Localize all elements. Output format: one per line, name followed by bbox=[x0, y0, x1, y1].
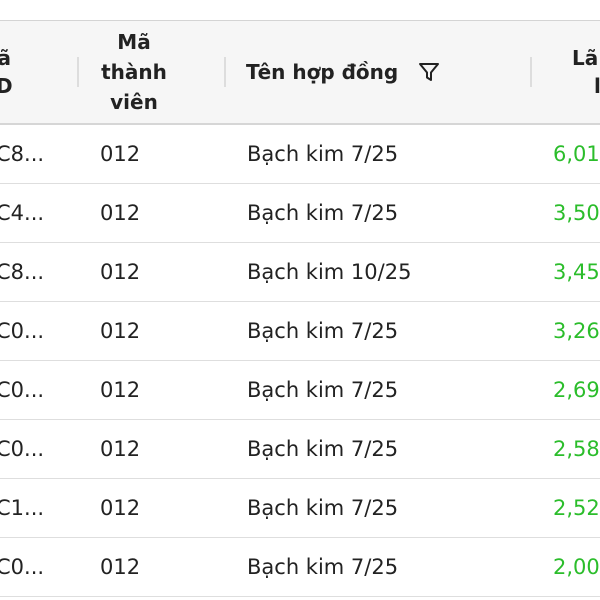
header-member-code-line2: thành bbox=[101, 60, 167, 84]
cell-member-code: 012 bbox=[100, 555, 141, 579]
cell-profit: 3,50 bbox=[553, 201, 600, 225]
cell-profit: 2,69 bbox=[553, 378, 600, 402]
header-member-code-line3: viên bbox=[110, 90, 158, 114]
cell-profit: 2,00 bbox=[553, 555, 600, 579]
cell-profit: 3,26 bbox=[553, 319, 600, 343]
table-row[interactable]: C1... 012 Bạch kim 7/25 2,52 bbox=[0, 479, 600, 538]
cell-transaction-id: C0... bbox=[0, 555, 45, 579]
table-row[interactable]: C8... 012 Bạch kim 10/25 3,45 bbox=[0, 243, 600, 302]
cell-profit: 2,52 bbox=[553, 496, 600, 520]
cell-contract-name: Bạch kim 7/25 bbox=[247, 437, 399, 461]
column-resize-handle[interactable] bbox=[77, 57, 79, 87]
cell-member-code: 012 bbox=[100, 496, 141, 520]
cell-contract-name: Bạch kim 7/25 bbox=[247, 319, 399, 343]
cell-transaction-id: C0... bbox=[0, 437, 45, 461]
cell-transaction-id: C0... bbox=[0, 378, 45, 402]
cell-transaction-id: C1... bbox=[0, 496, 45, 520]
cell-profit: 6,01 bbox=[553, 142, 600, 166]
cell-member-code: 012 bbox=[100, 142, 141, 166]
filter-icon[interactable] bbox=[418, 61, 440, 83]
header-contract-name[interactable]: Tên hợp đồng bbox=[246, 21, 440, 123]
cell-contract-name: Bạch kim 7/25 bbox=[247, 496, 399, 520]
cell-contract-name: Bạch kim 7/25 bbox=[247, 142, 399, 166]
header-contract-name-label: Tên hợp đồng bbox=[246, 60, 399, 84]
header-profit-line1: Lã bbox=[572, 46, 599, 70]
header-member-code[interactable]: Mã thành viên bbox=[100, 21, 168, 123]
header-profit[interactable]: Lã l bbox=[572, 21, 600, 123]
table-row[interactable]: C4... 012 Bạch kim 7/25 3,50 bbox=[0, 184, 600, 243]
cell-contract-name: Bạch kim 7/25 bbox=[247, 201, 399, 225]
cell-contract-name: Bạch kim 7/25 bbox=[247, 555, 399, 579]
cell-member-code: 012 bbox=[100, 319, 141, 343]
header-transaction-id[interactable]: ã D bbox=[0, 21, 13, 123]
table-header: ã D Mã thành viên Tên hợp đồng Lã l bbox=[0, 21, 600, 125]
table-row[interactable]: C8... 012 Bạch kim 7/25 6,01 bbox=[0, 125, 600, 184]
cell-member-code: 012 bbox=[100, 260, 141, 284]
table-row[interactable]: C0... 012 Bạch kim 7/25 2,58 bbox=[0, 420, 600, 479]
cell-profit: 2,58 bbox=[553, 437, 600, 461]
cell-member-code: 012 bbox=[100, 378, 141, 402]
header-transaction-id-line2: D bbox=[0, 74, 13, 98]
table-row[interactable]: C0... 012 Bạch kim 7/25 2,00 bbox=[0, 538, 600, 597]
table-row[interactable]: C0... 012 Bạch kim 7/25 2,69 bbox=[0, 361, 600, 420]
cell-transaction-id: C4... bbox=[0, 201, 45, 225]
cell-transaction-id: C0... bbox=[0, 319, 45, 343]
cell-contract-name: Bạch kim 7/25 bbox=[247, 378, 399, 402]
cell-contract-name: Bạch kim 10/25 bbox=[247, 260, 412, 284]
cell-profit: 3,45 bbox=[553, 260, 600, 284]
cell-transaction-id: C8... bbox=[0, 142, 45, 166]
table-row[interactable]: C0... 012 Bạch kim 7/25 3,26 bbox=[0, 302, 600, 361]
cell-member-code: 012 bbox=[100, 201, 141, 225]
header-transaction-id-line1: ã bbox=[0, 46, 12, 70]
header-profit-line2: l bbox=[594, 74, 600, 98]
cell-transaction-id: C8... bbox=[0, 260, 45, 284]
column-resize-handle[interactable] bbox=[224, 57, 226, 87]
cell-member-code: 012 bbox=[100, 437, 141, 461]
header-member-code-line1: Mã bbox=[117, 30, 151, 54]
data-table: ã D Mã thành viên Tên hợp đồng Lã l C8..… bbox=[0, 0, 600, 600]
column-resize-handle[interactable] bbox=[530, 57, 532, 87]
